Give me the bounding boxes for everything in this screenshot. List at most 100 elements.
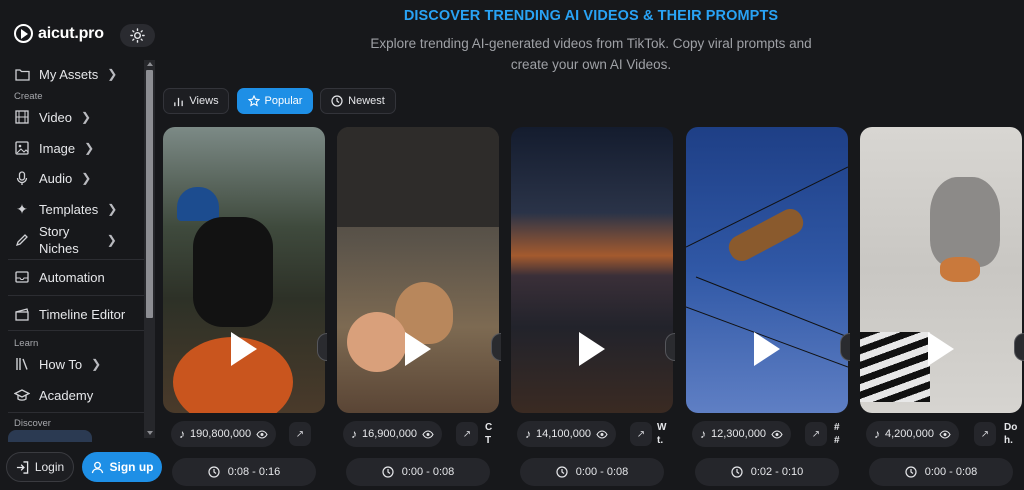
- sidebar-item-label-group: Story Niches: [39, 223, 79, 257]
- chevron-right-icon: ❯: [84, 141, 95, 155]
- play-icon[interactable]: [754, 332, 780, 366]
- carousel-edge-button[interactable]: [840, 333, 850, 361]
- external-link-icon: ↗: [462, 428, 472, 440]
- time-range: 0:00 - 0:08: [869, 458, 1013, 486]
- image-icon: [14, 140, 30, 156]
- video-thumbnail[interactable]: [686, 127, 848, 413]
- clock-icon: [905, 466, 917, 478]
- views-count: 16,900,000: [362, 428, 418, 440]
- sidebar-item-automation[interactable]: Automation: [14, 269, 105, 285]
- prompt-preview: C T: [485, 422, 493, 446]
- clock-icon: [382, 466, 394, 478]
- eye-icon: [771, 429, 783, 439]
- video-card: ♪ 16,900,000 ↗ C T 0:00 - 0:08: [337, 127, 501, 490]
- views-count: 4,200,000: [885, 428, 934, 440]
- divider: [8, 295, 144, 296]
- divider: [8, 259, 144, 260]
- folder-icon: [14, 66, 30, 82]
- sidebar-item-label: Image: [39, 140, 76, 156]
- user-icon: [91, 461, 103, 473]
- video-thumbnail[interactable]: [337, 127, 499, 413]
- prompt-preview: W t.: [657, 422, 667, 446]
- sidebar-item-label: Audio: [39, 170, 73, 186]
- open-link-button[interactable]: ↗: [630, 422, 652, 446]
- play-icon[interactable]: [405, 332, 431, 366]
- clock-icon: [208, 466, 220, 478]
- sidebar-item-image[interactable]: Image ❯: [14, 140, 94, 156]
- video-card: ♪ 14,100,000 ↗ W t. 0:00 - 0:08: [511, 127, 675, 490]
- play-icon[interactable]: [579, 332, 605, 366]
- time-range-label: 0:00 - 0:08: [924, 466, 978, 478]
- open-link-button[interactable]: ↗: [289, 422, 311, 446]
- tiktok-icon: ♪: [351, 427, 357, 441]
- theme-toggle-button[interactable]: [120, 24, 155, 47]
- sidebar-item-academy[interactable]: Academy: [14, 387, 93, 403]
- open-link-button[interactable]: ↗: [805, 422, 827, 446]
- filter-newest-button[interactable]: Newest: [320, 88, 396, 114]
- scroll-up-icon[interactable]: [147, 62, 153, 66]
- power-lines: [686, 166, 848, 368]
- sidebar-item-label: Timeline Editor: [39, 306, 126, 322]
- open-link-button[interactable]: ↗: [974, 422, 996, 446]
- sidebar-item-label: Story: [39, 224, 70, 239]
- clock-icon: [556, 466, 568, 478]
- views-count: 190,800,000: [190, 428, 252, 440]
- video-thumbnail[interactable]: [163, 127, 325, 413]
- video-card: ♪ 190,800,000 ↗ 0:08 - 0:16: [163, 127, 327, 490]
- sidebar-item-audio[interactable]: Audio ❯: [14, 170, 91, 186]
- play-icon[interactable]: [928, 332, 954, 366]
- sidebar-item-my-assets[interactable]: My Assets ❯: [14, 66, 117, 82]
- carousel-edge-button[interactable]: [491, 333, 501, 361]
- tiktok-icon: ♪: [179, 427, 185, 441]
- scrollbar-thumb[interactable]: [146, 70, 153, 318]
- open-link-button[interactable]: ↗: [456, 422, 478, 446]
- login-button[interactable]: Login: [6, 452, 74, 482]
- filter-label: Newest: [348, 95, 385, 107]
- sidebar-item-discover-active[interactable]: [8, 430, 92, 442]
- carousel-edge-button[interactable]: [1014, 333, 1024, 361]
- eye-icon: [939, 429, 951, 439]
- video-card: ♪ 12,300,000 ↗ # # 0:02 - 0:10: [686, 127, 850, 490]
- external-link-icon: ↗: [295, 428, 305, 440]
- time-range: 0:00 - 0:08: [520, 458, 664, 486]
- views-counter: ♪ 14,100,000: [517, 421, 617, 447]
- page-title: DISCOVER TRENDING AI VIDEOS & THEIR PROM…: [403, 8, 779, 24]
- play-icon[interactable]: [231, 332, 257, 366]
- prompt-preview: # #: [834, 422, 840, 446]
- clock-icon: [731, 466, 743, 478]
- signup-label: Sign up: [109, 460, 154, 474]
- video-thumbnail[interactable]: [860, 127, 1022, 413]
- sidebar-item-label: Automation: [39, 269, 105, 285]
- carousel-edge-button[interactable]: [317, 333, 327, 361]
- sidebar-item-story-niches[interactable]: Story Niches ❯: [14, 223, 117, 257]
- filter-views-button[interactable]: Views: [163, 88, 229, 114]
- section-label-create: Create: [14, 91, 43, 102]
- filter-popular-button[interactable]: Popular: [237, 88, 313, 114]
- play-circle-icon: [14, 24, 33, 43]
- signup-button[interactable]: Sign up: [82, 452, 162, 482]
- scroll-down-icon[interactable]: [147, 431, 153, 435]
- views-count: 14,100,000: [536, 428, 592, 440]
- brand-logo[interactable]: aicut.pro: [14, 24, 104, 43]
- time-range-label: 0:08 - 0:16: [227, 466, 281, 478]
- filter-label: Popular: [264, 95, 303, 107]
- carousel-edge-button[interactable]: [665, 333, 675, 361]
- sidebar-item-label: Academy: [39, 387, 94, 403]
- tiktok-icon: ♪: [525, 427, 531, 441]
- sidebar-item-how-to[interactable]: How To ❯: [14, 356, 101, 372]
- sidebar-item-label: How To: [39, 356, 83, 372]
- subtitle-line: create your own AI Videos.: [510, 57, 672, 72]
- eye-icon: [422, 429, 434, 439]
- sidebar-item-timeline-editor[interactable]: Timeline Editor: [14, 306, 125, 322]
- login-label: Login: [34, 460, 65, 474]
- bar-chart-icon: [174, 97, 184, 106]
- sidebar: aicut.pro My Assets ❯ Create Video ❯ Ima…: [0, 0, 158, 490]
- sun-icon: [130, 28, 145, 43]
- video-thumbnail[interactable]: [511, 127, 673, 413]
- sidebar-item-templates[interactable]: ✦ Templates ❯: [14, 201, 117, 217]
- time-range-label: 0:00 - 0:08: [575, 466, 629, 478]
- sidebar-scrollbar[interactable]: [144, 60, 155, 438]
- sidebar-item-video[interactable]: Video ❯: [14, 109, 91, 125]
- film-icon: [14, 109, 30, 125]
- graduation-cap-icon: [14, 387, 30, 403]
